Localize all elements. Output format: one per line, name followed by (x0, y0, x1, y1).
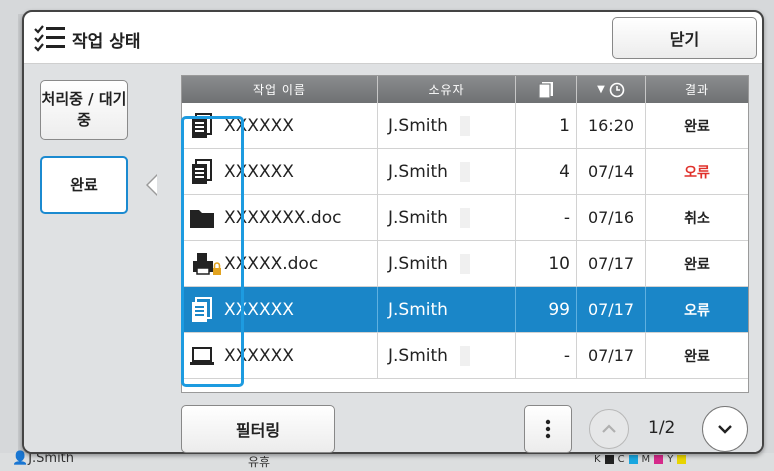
job-copies: - (516, 333, 577, 378)
ink-c-level (628, 455, 638, 464)
ink-y-level (677, 455, 687, 464)
vertical-dots-icon (545, 419, 551, 439)
ink-k-level (604, 455, 614, 464)
background-left (0, 14, 18, 454)
job-result: 오류 (684, 302, 710, 319)
header-time[interactable]: ▼ (577, 76, 646, 103)
job-result: 완료 (684, 118, 710, 135)
table-row[interactable]: XXXXX.doc J.Smith 10 07/17 완료 (182, 241, 748, 287)
table-header: 작업 이름 소유자 ▼ 결과 (182, 76, 748, 103)
ink-levels: K C M Y (594, 454, 687, 465)
tab-processing-waiting[interactable]: 처리중 / 대기중 (40, 80, 128, 140)
table-row-selected[interactable]: XXXXXX J.Smith 99 07/17 오류 (182, 287, 748, 333)
job-time: 07/14 (577, 149, 646, 194)
folder-icon (190, 210, 214, 228)
job-copies: 4 (516, 149, 577, 194)
job-copies: 1 (516, 103, 577, 148)
job-result: 완료 (684, 348, 710, 365)
job-table: 작업 이름 소유자 ▼ 결과 XXXXXX J.Smith 1 16:20 완료… (181, 75, 749, 393)
job-owner: J.Smith (388, 115, 448, 136)
user-icon: 👤 (12, 451, 29, 466)
job-result: 취소 (684, 210, 710, 227)
job-owner: J.Smith (388, 161, 448, 182)
filter-button[interactable]: 필터링 (181, 405, 335, 453)
document-icon (192, 159, 212, 184)
more-options-button[interactable] (524, 405, 572, 453)
job-time: 07/17 (577, 241, 646, 286)
dialog-title: 작업 상태 (72, 32, 141, 52)
chevron-up-icon (602, 424, 616, 433)
dialog-title-bar: 작업 상태 닫기 (24, 12, 762, 64)
job-copies: - (516, 195, 577, 240)
job-copies: 10 (516, 241, 577, 286)
job-time: 07/16 (577, 195, 646, 240)
clock-icon (609, 82, 625, 97)
table-row[interactable]: XXXXXX J.Smith - 07/17 완료 (182, 333, 748, 379)
tab-pointer-inner (148, 176, 157, 194)
job-result: 완료 (684, 256, 710, 273)
tab-completed[interactable]: 완료 (40, 156, 128, 214)
job-result: 오류 (684, 164, 710, 181)
table-row[interactable]: XXXXXX J.Smith 4 07/14 오류 (182, 149, 748, 195)
chevron-down-icon (718, 425, 732, 434)
job-time: 07/17 (577, 333, 646, 378)
job-owner: J.Smith (388, 253, 448, 274)
job-time: 16:20 (577, 103, 646, 148)
table-row[interactable]: XXXXXX J.Smith 1 16:20 완료 (182, 103, 748, 149)
job-copies: 99 (516, 287, 577, 332)
header-copies[interactable] (516, 76, 577, 103)
job-owner: J.Smith (388, 207, 448, 228)
job-owner: J.Smith (388, 345, 448, 366)
computer-icon (190, 347, 214, 365)
job-time: 07/17 (577, 287, 646, 332)
header-job-name[interactable]: 작업 이름 (182, 76, 378, 103)
page-down-button[interactable] (702, 406, 748, 452)
page-up-button[interactable] (589, 409, 629, 449)
table-row[interactable]: XXXXXXX.doc J.Smith - 07/16 취소 (182, 195, 748, 241)
job-list-icon (34, 25, 65, 52)
locked-print-icon (193, 253, 221, 275)
background-status-text: 유휴 (248, 455, 271, 469)
dialog-content: 처리중 / 대기중 완료 작업 이름 소유자 ▼ 결과 XXXXXX J.Smi… (24, 64, 762, 453)
header-result[interactable]: 결과 (646, 76, 748, 103)
document-icon (192, 297, 212, 322)
header-owner[interactable]: 소유자 (378, 76, 516, 103)
copies-icon (538, 81, 553, 99)
page-indicator: 1/2 (648, 418, 676, 438)
sort-descending-icon: ▼ (597, 84, 606, 95)
close-button[interactable]: 닫기 (612, 17, 757, 59)
job-owner: J.Smith (388, 299, 448, 320)
ink-m-level (654, 455, 664, 464)
document-icon (192, 113, 212, 138)
job-status-dialog: 작업 상태 닫기 처리중 / 대기중 완료 작업 이름 소유자 ▼ 결과 XXX… (22, 10, 764, 454)
